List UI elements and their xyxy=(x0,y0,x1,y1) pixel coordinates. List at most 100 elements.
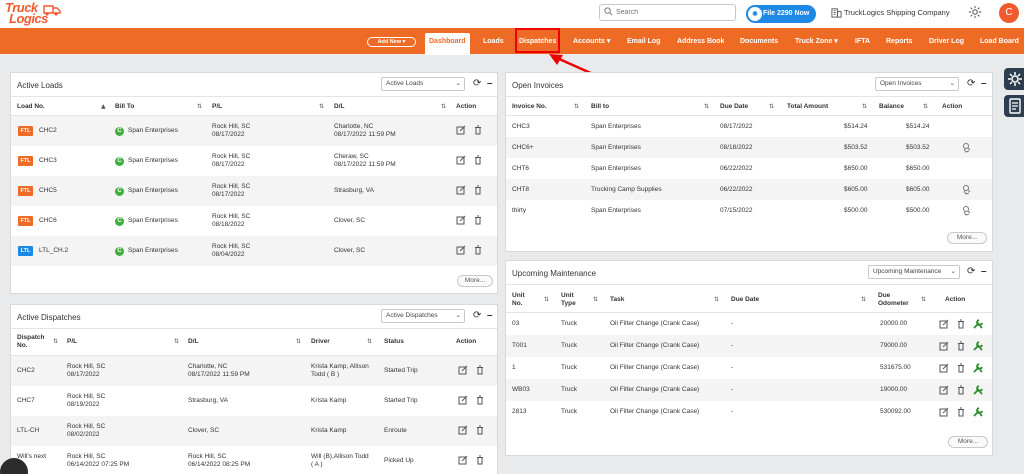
active-loads-more-button[interactable]: More... xyxy=(457,275,493,287)
col-pl[interactable]: P/L xyxy=(67,338,77,346)
sort-icon[interactable]: ⇅ xyxy=(769,103,774,110)
invoice-number[interactable]: thirty xyxy=(512,207,526,215)
delete-icon[interactable] xyxy=(473,155,483,165)
sort-icon[interactable]: ⇅ xyxy=(704,103,709,110)
table-row[interactable]: 1 Truck Oil Filter Change (Crank Case) -… xyxy=(506,357,992,379)
col-pl[interactable]: P/L xyxy=(212,103,222,111)
nav-dashboard[interactable]: Dashboard xyxy=(425,33,470,55)
open-invoices-select[interactable]: Open Invoices ⌄ xyxy=(875,77,959,91)
delete-icon[interactable] xyxy=(473,215,483,225)
col-dl[interactable]: D/L xyxy=(334,103,344,111)
nav-dispatches[interactable]: Dispatches xyxy=(514,28,561,53)
dispatch-number[interactable]: LTL-CH xyxy=(17,427,39,435)
unit-number[interactable]: 1 xyxy=(512,364,516,372)
delete-icon[interactable] xyxy=(473,125,483,135)
edit-icon[interactable] xyxy=(939,385,949,395)
table-row[interactable]: FTL CHC5 C Span Enterprises Rock Hill, S… xyxy=(11,176,497,206)
delete-icon[interactable] xyxy=(475,425,485,435)
unit-number[interactable]: T001 xyxy=(512,342,527,350)
table-row[interactable]: thirty Span Enterprises 07/15/2022 $500.… xyxy=(506,200,992,221)
edit-icon[interactable] xyxy=(939,407,949,417)
col-dispatch-no[interactable]: Dispatch No. xyxy=(17,334,53,350)
edit-icon[interactable] xyxy=(456,185,466,195)
load-number[interactable]: CHC6 xyxy=(39,217,57,225)
unit-number[interactable]: WB03 xyxy=(512,386,530,394)
nav-truck-zone[interactable]: Truck Zone ▾ xyxy=(795,28,838,54)
sort-icon[interactable]: ⇅ xyxy=(921,296,926,303)
edit-icon[interactable] xyxy=(458,365,468,375)
upcoming-maintenance-select[interactable]: Upcoming Maintenance ⌄ xyxy=(868,265,960,279)
user-avatar[interactable]: C xyxy=(999,3,1019,23)
nav-documents[interactable]: Documents xyxy=(740,28,778,54)
delete-icon[interactable] xyxy=(956,319,966,329)
delete-icon[interactable] xyxy=(956,341,966,351)
search-input[interactable] xyxy=(616,6,731,19)
wrench-icon[interactable] xyxy=(972,406,984,418)
col-bill-to[interactable]: Bill to xyxy=(591,103,609,111)
payment-icon[interactable] xyxy=(961,205,972,216)
edit-icon[interactable] xyxy=(456,215,466,225)
nav-email-log[interactable]: Email Log xyxy=(627,28,660,54)
nav-reports[interactable]: Reports xyxy=(886,28,912,54)
delete-icon[interactable] xyxy=(956,407,966,417)
delete-icon[interactable] xyxy=(956,385,966,395)
search-box[interactable] xyxy=(599,4,736,21)
table-row[interactable]: FTL CHC3 C Span Enterprises Rock Hill, S… xyxy=(11,146,497,176)
sort-icon[interactable]: ⇅ xyxy=(367,338,372,345)
table-row[interactable]: CHT8 Trucking Camp Supplies 06/22/2022 $… xyxy=(506,179,992,200)
delete-icon[interactable] xyxy=(473,245,483,255)
table-row[interactable]: LTL LTL_CH.2 C Span Enterprises Rock Hil… xyxy=(11,236,497,266)
sort-icon[interactable]: ⇅ xyxy=(441,103,446,110)
unit-number[interactable]: 2813 xyxy=(512,408,526,416)
delete-icon[interactable] xyxy=(956,363,966,373)
nav-load-board[interactable]: Load Board xyxy=(980,28,1019,54)
sort-icon[interactable]: ⇅ xyxy=(53,338,58,345)
sort-icon[interactable]: ⇅ xyxy=(296,338,301,345)
edit-icon[interactable] xyxy=(458,395,468,405)
collapse-icon[interactable]: – xyxy=(487,78,493,89)
col-balance[interactable]: Balance xyxy=(879,103,904,111)
nav-address-book[interactable]: Address Book xyxy=(677,28,724,54)
col-load-no[interactable]: Load No. xyxy=(17,103,45,111)
wrench-icon[interactable] xyxy=(972,340,984,352)
edit-icon[interactable] xyxy=(939,363,949,373)
refresh-icon[interactable]: ⟳ xyxy=(473,311,481,321)
collapse-icon[interactable]: – xyxy=(981,266,987,277)
active-dispatches-select[interactable]: Active Dispatches ⌄ xyxy=(381,309,465,323)
settings-gear-icon[interactable] xyxy=(968,5,982,19)
col-status[interactable]: Status xyxy=(384,338,404,346)
col-due-odometer[interactable]: Due Odometer xyxy=(878,292,909,308)
delete-icon[interactable] xyxy=(475,365,485,375)
collapse-icon[interactable]: – xyxy=(981,78,987,89)
table-row[interactable]: CHC3 Span Enterprises 08/17/2022 $514.24… xyxy=(506,116,992,137)
invoice-number[interactable]: CHT6 xyxy=(512,165,529,173)
table-row[interactable]: CHC7 Rock Hill, SC 08/19/2022 Strasburg,… xyxy=(11,386,497,416)
invoice-number[interactable]: CHT8 xyxy=(512,186,529,194)
active-loads-select[interactable]: Active Loads ⌄ xyxy=(381,77,465,91)
load-number[interactable]: CHC2 xyxy=(39,127,57,135)
nav-driver-log[interactable]: Driver Log xyxy=(929,28,964,54)
unit-number[interactable]: 03 xyxy=(512,320,519,328)
delete-icon[interactable] xyxy=(473,185,483,195)
nav-ifta[interactable]: IFTA xyxy=(855,28,870,54)
refresh-icon[interactable]: ⟳ xyxy=(967,79,975,89)
edit-icon[interactable] xyxy=(456,125,466,135)
dispatch-number[interactable]: CHC7 xyxy=(17,397,35,405)
sort-icon[interactable]: ⇅ xyxy=(174,338,179,345)
company-selector[interactable]: TruckLogics Shipping Company xyxy=(831,5,950,20)
dispatch-number[interactable]: CHC2 xyxy=(17,367,35,375)
wrench-icon[interactable] xyxy=(972,318,984,330)
edit-icon[interactable] xyxy=(456,245,466,255)
sort-icon[interactable]: ⇅ xyxy=(319,103,324,110)
file-2290-button[interactable]: ◉ File 2290 Now xyxy=(746,5,816,23)
invoice-number[interactable]: CHC3 xyxy=(512,123,530,131)
nav-accounts[interactable]: Accounts ▾ xyxy=(573,28,610,54)
col-total-amount[interactable]: Total Amount xyxy=(787,103,828,111)
wrench-icon[interactable] xyxy=(972,384,984,396)
sort-icon[interactable]: ⇅ xyxy=(544,296,549,303)
open-invoices-more-button[interactable]: More... xyxy=(947,232,987,244)
sort-icon[interactable]: ⇅ xyxy=(574,103,579,110)
sort-icon[interactable]: ⇅ xyxy=(714,296,719,303)
col-driver[interactable]: Driver xyxy=(311,338,330,346)
add-new-button[interactable]: Add New ▾ xyxy=(367,37,416,47)
